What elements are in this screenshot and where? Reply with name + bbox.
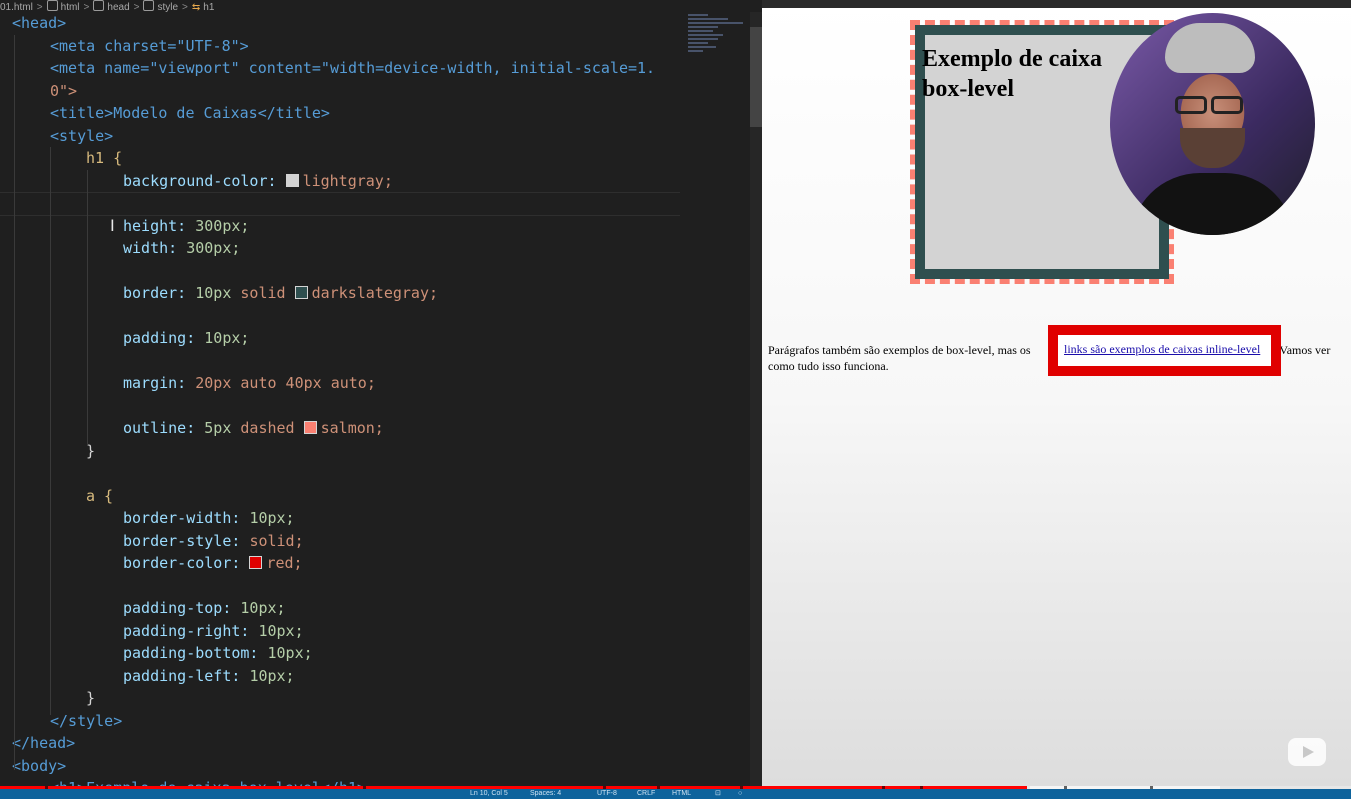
code-line: <title>Modelo de Caixas</title>	[50, 104, 330, 122]
color-swatch[interactable]	[285, 173, 299, 187]
status-cursor-position[interactable]: Ln 10, Col 5	[470, 789, 508, 799]
cube-icon	[46, 0, 58, 11]
code-line: padding-right: 10px;	[123, 621, 304, 640]
code-line: width: 300px;	[123, 239, 241, 257]
code-line: a {	[86, 486, 114, 505]
broadcast-icon[interactable]: ⊡	[715, 789, 721, 799]
status-language[interactable]: HTML	[672, 789, 691, 799]
code-editor[interactable]: 01.html > html > head > style > ⇆ h1 <head> <meta…	[0, 0, 762, 799]
preview-toolbar	[762, 0, 1351, 8]
status-bar: Ln 10, Col 5 Spaces: 4 UTF-8 CRLF HTML ⊡…	[0, 789, 1351, 799]
color-swatch[interactable]	[294, 286, 308, 299]
code-line: padding-bottom: 10px;	[123, 644, 313, 662]
indent-guide	[14, 35, 15, 770]
color-swatch[interactable]	[303, 421, 317, 434]
code-line: h1 {	[86, 149, 123, 167]
bell-icon[interactable]: ○	[738, 789, 742, 799]
status-eol[interactable]: CRLF	[637, 789, 655, 799]
code-line: <meta charset="UTF-8">	[50, 36, 249, 55]
youtube-logo-icon[interactable]	[1288, 738, 1326, 766]
code-line: padding: 10px;	[123, 329, 250, 347]
status-indentation[interactable]: Spaces: 4	[530, 789, 561, 799]
code-line: border-color: red;	[123, 554, 303, 572]
code-line: <meta name="viewport" content="width=dev…	[50, 59, 656, 77]
webcam-overlay	[1110, 13, 1315, 235]
indent-guide	[50, 147, 51, 715]
code-line: border-style: solid;	[123, 531, 304, 550]
browser-preview: Exemplo de caixa box-level Parágrafos ta…	[762, 0, 1351, 799]
code-line: border: 10px solid darkslategray;	[123, 284, 439, 302]
paragraph-text-before: Parágrafos também são exemplos de box-le…	[768, 343, 1034, 357]
code-line: </style>	[50, 711, 123, 730]
glasses-icon	[1175, 96, 1250, 116]
editor-scrollbar[interactable]	[750, 12, 762, 799]
scrollbar-thumb[interactable]	[750, 27, 762, 127]
code-line: background-color: lightgray;	[123, 171, 393, 190]
code-line: 0">	[50, 81, 78, 100]
demo-link[interactable]: links são exemplos de caixas inline-leve…	[1064, 342, 1260, 357]
code-line: }	[86, 441, 96, 460]
code-line: Iheight: 300px;	[0, 215, 690, 238]
code-line: padding-top: 10px;	[123, 599, 286, 617]
code-line: padding-left: 10px;	[123, 666, 295, 685]
cube-icon	[93, 0, 105, 11]
cube-icon	[143, 0, 155, 11]
code-line: outline: 5px dashed salmon;	[123, 419, 384, 437]
current-line-highlight	[0, 192, 680, 216]
code-line: margin: 20px auto 40px auto;	[123, 374, 376, 392]
code-line-empty	[0, 192, 690, 216]
code-line: <body>	[12, 756, 67, 775]
code-line: <style>	[50, 126, 114, 145]
code-line: border-width: 10px;	[123, 509, 295, 527]
code-line: <head>	[12, 14, 67, 32]
text-cursor-icon: I	[110, 215, 115, 235]
code-area[interactable]: <head> <meta charset="UTF-8"> <meta name…	[0, 12, 690, 799]
minimap[interactable]	[688, 12, 750, 92]
code-line: }	[86, 689, 96, 707]
status-encoding[interactable]: UTF-8	[597, 789, 617, 799]
code-line: </head>	[12, 734, 76, 752]
indent-guide	[87, 170, 88, 445]
color-swatch[interactable]	[249, 556, 263, 569]
